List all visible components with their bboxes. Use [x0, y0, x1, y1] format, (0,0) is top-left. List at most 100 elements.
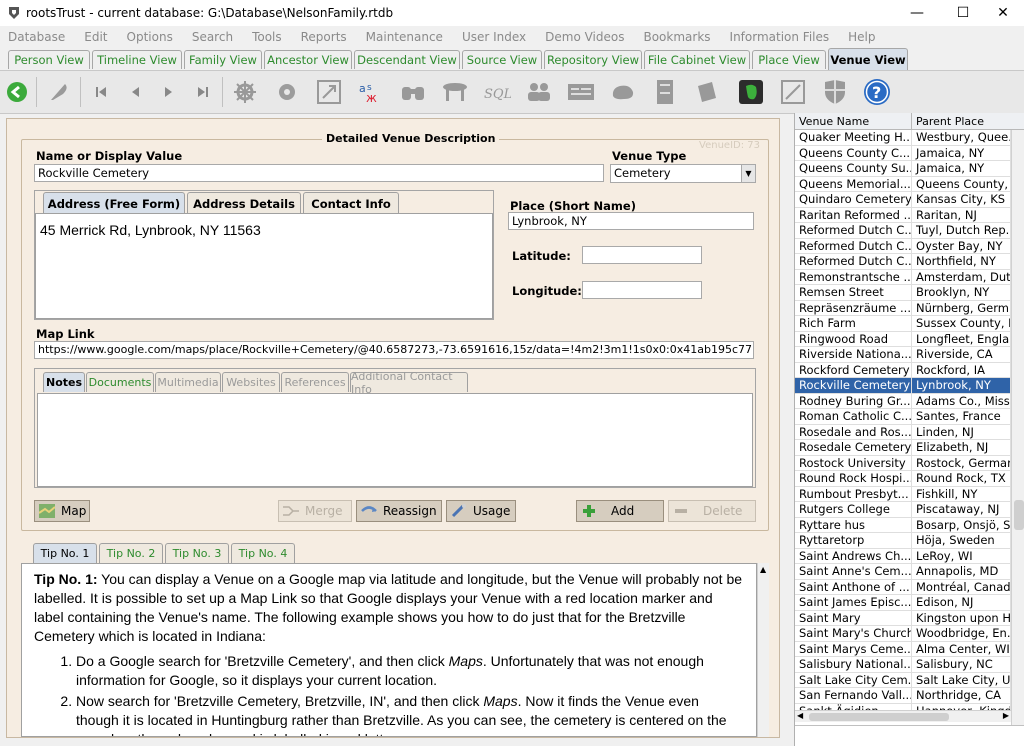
- tab-tip-3[interactable]: Tip No. 3: [165, 543, 229, 563]
- tab-ancestor-view[interactable]: Ancestor View: [264, 50, 352, 69]
- venue-row[interactable]: Reformed Dutch C... Tuyl, Dutch Rep...: [795, 223, 1011, 239]
- latitude-input[interactable]: [582, 246, 702, 264]
- tab-venue-view[interactable]: Venue View: [828, 48, 908, 70]
- back-button[interactable]: [2, 77, 32, 107]
- venue-row[interactable]: Remonstrantsche ...Amsterdam, Dut...: [795, 269, 1011, 285]
- tab-repository-view[interactable]: Repository View: [544, 50, 642, 69]
- book-button[interactable]: [692, 77, 722, 107]
- venue-row[interactable]: Saint Anne's Cem... Annapolis, MD: [795, 564, 1011, 580]
- fullscreen-button[interactable]: [778, 77, 808, 107]
- tab-tip-2[interactable]: Tip No. 2: [99, 543, 163, 563]
- tab-timeline-view[interactable]: Timeline View: [92, 50, 182, 69]
- cabinet-button[interactable]: [650, 77, 680, 107]
- tab-websites[interactable]: Websites: [222, 372, 280, 392]
- spell-check-button[interactable]: asж: [356, 77, 386, 107]
- venue-row[interactable]: Queens Memorial...Queens County, ...: [795, 176, 1011, 192]
- settings-button[interactable]: [272, 77, 302, 107]
- venue-row[interactable]: Saint MaryKingston upon H...: [795, 610, 1011, 626]
- map-button[interactable]: Map: [34, 500, 90, 522]
- usage-button[interactable]: Usage: [446, 500, 516, 522]
- help-button[interactable]: ?: [862, 77, 892, 107]
- notes-textarea[interactable]: [37, 393, 753, 487]
- menu-information-files[interactable]: Information Files: [730, 30, 830, 44]
- venue-row[interactable]: Rockville Cemetery Lynbrook, NY: [795, 378, 1011, 394]
- venue-row[interactable]: Ryttaretorp Höja, Sweden: [795, 533, 1011, 549]
- longitude-input[interactable]: [582, 281, 702, 299]
- next-record-button[interactable]: [154, 77, 184, 107]
- menu-reports[interactable]: Reports: [301, 30, 347, 44]
- menu-options[interactable]: Options: [127, 30, 173, 44]
- venue-row[interactable]: Ryttare hus Bosarp, Onsjö, S...: [795, 517, 1011, 533]
- wheel-button[interactable]: [230, 77, 260, 107]
- menu-bookmarks[interactable]: Bookmarks: [643, 30, 710, 44]
- venue-row[interactable]: Queens County Su... Jamaica, NY: [795, 161, 1011, 177]
- venue-row[interactable]: Rodney Buring Gr... Adams Co., Miss...: [795, 393, 1011, 409]
- venue-row[interactable]: Saint Marys Ceme... Alma Center, WI: [795, 641, 1011, 657]
- menu-demo-videos[interactable]: Demo Videos: [545, 30, 624, 44]
- name-input[interactable]: Rockville Cemetery: [34, 164, 604, 182]
- resize-button[interactable]: [314, 77, 344, 107]
- tab-notes[interactable]: Notes: [43, 372, 85, 392]
- column-parent-place[interactable]: Parent Place: [912, 113, 1024, 129]
- column-venue-name[interactable]: Venue Name: [795, 113, 912, 129]
- venue-row[interactable]: San Fernando Vall... Northridge, CA: [795, 688, 1011, 704]
- tab-address-details[interactable]: Address Details: [187, 192, 301, 214]
- rock-button[interactable]: [608, 77, 638, 107]
- place-input[interactable]: Lynbrook, NY: [508, 212, 754, 230]
- venue-row[interactable]: Rosedale and Ros... Linden, NJ: [795, 424, 1011, 440]
- tab-address-free-form[interactable]: Address (Free Form): [43, 192, 185, 214]
- tab-multimedia[interactable]: Multimedia: [155, 372, 221, 392]
- menu-edit[interactable]: Edit: [84, 30, 107, 44]
- map-link-input[interactable]: https://www.google.com/maps/place/Rockvi…: [34, 341, 754, 359]
- menu-help[interactable]: Help: [848, 30, 875, 44]
- binoculars-button[interactable]: [398, 77, 428, 107]
- menu-database[interactable]: Database: [8, 30, 65, 44]
- people-button[interactable]: [524, 77, 554, 107]
- tab-person-view[interactable]: Person View: [8, 50, 90, 69]
- venue-row[interactable]: Repräsenzräume ... Nürnberg, Germ...: [795, 300, 1011, 316]
- venue-row[interactable]: Saint Andrews Ch... LeRoy, WI: [795, 548, 1011, 564]
- venue-row[interactable]: Rumbout Presbyt... Fishkill, NY: [795, 486, 1011, 502]
- venue-row[interactable]: Salt Lake City Cem... Salt Lake City, UT: [795, 672, 1011, 688]
- scroll-thumb[interactable]: [1014, 500, 1024, 530]
- venue-row[interactable]: Quindaro Cemetery Kansas City, KS: [795, 192, 1011, 208]
- close-button[interactable]: ✕: [980, 0, 1024, 26]
- venue-row[interactable]: Remsen Street Brooklyn, NY: [795, 285, 1011, 301]
- menu-tools[interactable]: Tools: [252, 30, 282, 44]
- venue-list-scrollbar[interactable]: [1011, 130, 1024, 726]
- tab-file-cabinet-view[interactable]: File Cabinet View: [644, 50, 750, 69]
- venue-row[interactable]: Quaker Meeting H... Westbury, Quee...: [795, 130, 1011, 146]
- tip-scrollbar[interactable]: ▲: [757, 563, 769, 737]
- venue-row[interactable]: Roman Catholic C... Santes, France: [795, 409, 1011, 425]
- card-button[interactable]: [566, 77, 596, 107]
- tab-documents[interactable]: Documents: [86, 372, 154, 392]
- previous-record-button[interactable]: [120, 77, 150, 107]
- venue-row[interactable]: Saint James Episc... Edison, NJ: [795, 595, 1011, 611]
- tab-source-view[interactable]: Source View: [462, 50, 542, 69]
- venue-list-hscrollbar[interactable]: ◀ ▶: [795, 710, 1011, 722]
- sql-button[interactable]: SQL: [482, 77, 512, 107]
- tab-additional-contact-info[interactable]: Additional Contact Info: [350, 370, 468, 396]
- venue-row[interactable]: Saint Anthone of ... Montréal, Canada: [795, 579, 1011, 595]
- shield-button[interactable]: [820, 77, 850, 107]
- first-record-button[interactable]: [86, 77, 116, 107]
- minimize-button[interactable]: —: [894, 0, 940, 26]
- tab-place-view[interactable]: Place View: [752, 50, 826, 69]
- venue-type-select[interactable]: Cemetery ▼: [610, 164, 756, 183]
- add-button[interactable]: Add: [576, 500, 664, 522]
- tab-family-view[interactable]: Family View: [184, 50, 262, 69]
- venue-row[interactable]: Rostock University Rostock, Germany: [795, 455, 1011, 471]
- venue-row[interactable]: Reformed Dutch C... Northfield, NY: [795, 254, 1011, 270]
- venue-row[interactable]: Rich FarmSussex County, DE: [795, 316, 1011, 332]
- menu-search[interactable]: Search: [192, 30, 233, 44]
- venue-row[interactable]: Rosedale Cemetery Elizabeth, NJ: [795, 440, 1011, 456]
- last-record-button[interactable]: [188, 77, 218, 107]
- venue-row[interactable]: Riverside Nationa... Riverside, CA: [795, 347, 1011, 363]
- tab-descendant-view[interactable]: Descendant View: [354, 50, 460, 69]
- tab-contact-info[interactable]: Contact Info: [303, 192, 399, 214]
- table-button[interactable]: [440, 77, 470, 107]
- delete-button[interactable]: Delete: [668, 500, 756, 522]
- evernote-button[interactable]: [736, 77, 766, 107]
- venue-row[interactable]: Queens County C... Jamaica, NY: [795, 145, 1011, 161]
- tab-tip-4[interactable]: Tip No. 4: [231, 543, 295, 563]
